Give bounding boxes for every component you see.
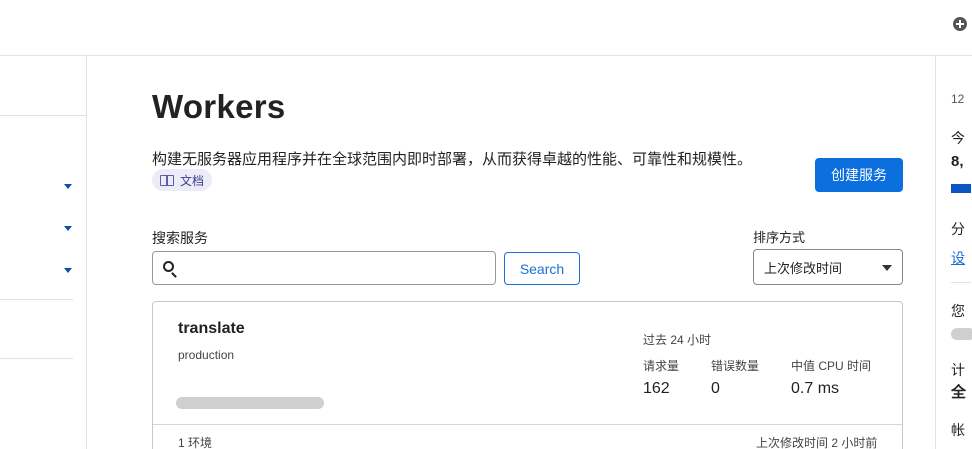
sidebar-divider (0, 115, 86, 116)
metric-value-cpu: 0.7 ms (791, 380, 840, 397)
worker-url-redacted (176, 397, 324, 409)
plus-circle-icon[interactable] (953, 17, 967, 31)
metric-value-requests: 162 (643, 380, 670, 397)
worker-card[interactable]: translate production 过去 24 小时 请求量 错误数量 中… (152, 301, 903, 449)
redacted-value (951, 328, 972, 340)
metric-value-errors: 0 (711, 380, 720, 397)
sidebar-divider (0, 358, 73, 359)
top-bar (0, 0, 972, 56)
metric-label-cpu: 中值 CPU 时间 (791, 359, 872, 373)
chevron-down-icon[interactable] (64, 184, 72, 189)
docs-link[interactable]: 文档 (152, 169, 213, 191)
right-panel-number: 8, (951, 153, 964, 170)
right-panel-split: 分 (951, 221, 965, 237)
metric-label-requests: 请求量 (643, 359, 680, 373)
sort-select[interactable]: 上次修改时间 (753, 249, 903, 285)
right-panel-today: 今 (951, 130, 965, 146)
search-icon (163, 261, 174, 272)
right-panel: 12 今 8, 分 设 您 计 全 帐 (935, 56, 972, 449)
last-modified: 上次修改时间 2 小时前 (756, 436, 878, 449)
card-divider (153, 424, 902, 425)
metric-label-errors: 错误数量 (711, 359, 760, 373)
search-button[interactable]: Search (504, 252, 580, 285)
book-icon (160, 174, 174, 186)
sort-label: 排序方式 (753, 230, 806, 245)
usage-bar (951, 184, 971, 193)
docs-label: 文档 (180, 173, 205, 188)
page-description: 构建无服务器应用程序并在全球范围内即时部署，从而获得卓越的性能、可靠性和规模性。 (152, 151, 753, 168)
page-title: Workers (152, 88, 286, 125)
left-sidebar (0, 56, 87, 449)
search-input[interactable] (183, 252, 483, 284)
worker-name[interactable]: translate (178, 320, 245, 338)
right-panel-you: 您 (951, 303, 965, 319)
create-service-button[interactable]: 创建服务 (815, 158, 903, 192)
chevron-down-icon[interactable] (64, 226, 72, 231)
environment-count: 1 环境 (178, 436, 213, 449)
right-panel-plan: 计 (951, 362, 965, 378)
search-label: 搜索服务 (152, 230, 208, 246)
metrics-period: 过去 24 小时 (643, 333, 712, 347)
dropdown-caret-icon (882, 265, 892, 271)
right-panel-plan-value: 全 (951, 384, 967, 401)
right-panel-account: 帐 (951, 422, 965, 438)
search-field[interactable] (152, 251, 496, 285)
right-panel-divider (935, 56, 936, 449)
right-panel-date: 12 (951, 92, 965, 106)
worker-environment: production (178, 348, 235, 362)
sidebar-divider (0, 299, 73, 300)
right-panel-setting-link[interactable]: 设 (951, 248, 965, 268)
sort-selected-value: 上次修改时间 (764, 260, 843, 276)
chevron-down-icon[interactable] (64, 268, 72, 273)
right-panel-divider (951, 282, 971, 283)
